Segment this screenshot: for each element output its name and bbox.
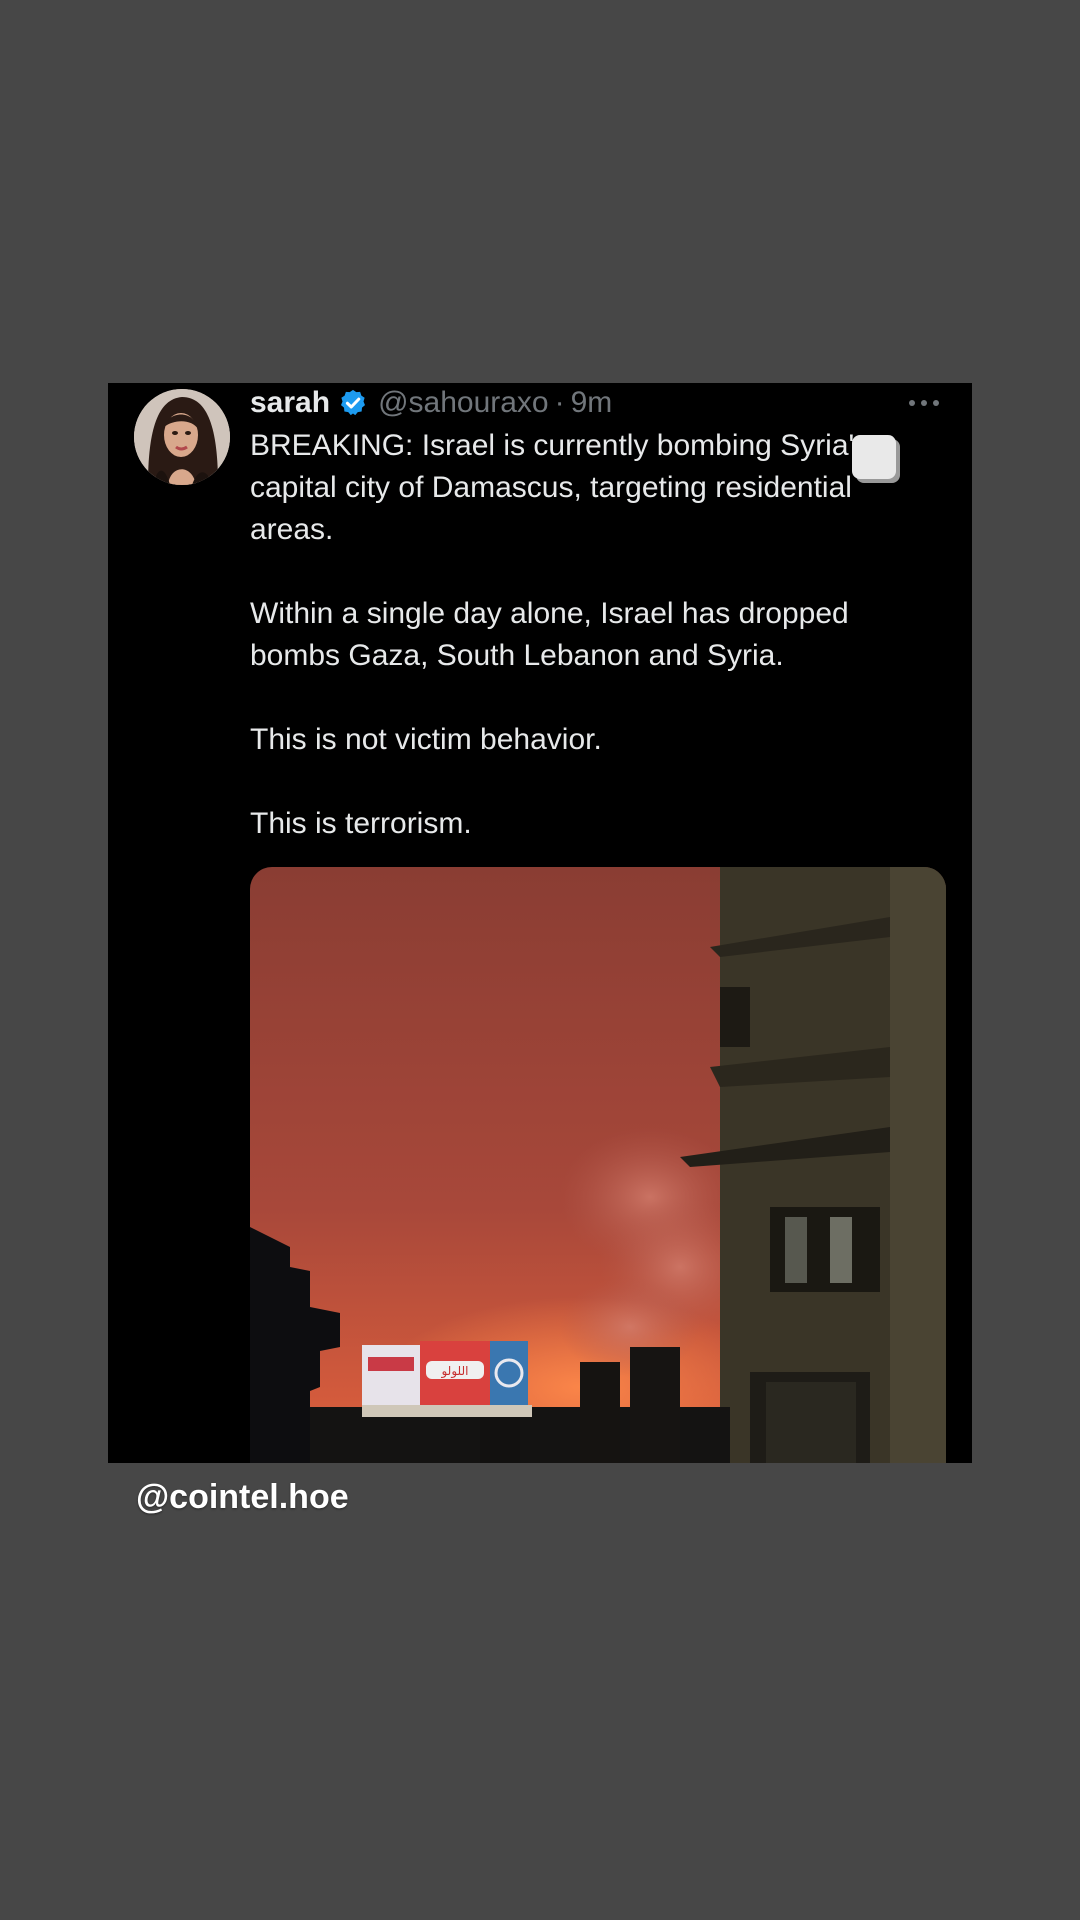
tweet-paragraph: BREAKING: Israel is currently bombing Sy… [250, 429, 870, 546]
tweet-header: sarah @sahouraxo · 9m [250, 383, 612, 423]
story-watermark: @cointel.hoe [136, 1478, 349, 1516]
separator-dot: · [554, 386, 565, 419]
tweet-card[interactable]: sarah @sahouraxo · 9m BREAKING: Israel i… [108, 383, 972, 1463]
tweet-paragraph: This is terrorism. [250, 807, 472, 840]
billboard-text: اللولو [440, 1364, 468, 1379]
tweet-paragraph: Within a single day alone, Israel has dr… [250, 597, 849, 672]
handle[interactable]: @sahouraxo [378, 386, 549, 420]
tweet-text: BREAKING: Israel is currently bombing Sy… [250, 425, 940, 845]
timestamp[interactable]: 9m [571, 386, 613, 420]
more-options-icon[interactable] [906, 393, 942, 413]
display-name[interactable]: sarah [250, 386, 330, 420]
tweet-media-image[interactable]: اللولو [250, 867, 946, 1463]
verified-badge-icon [338, 388, 368, 418]
avatar[interactable] [134, 389, 230, 485]
tweet-paragraph: This is not victim behavior. [250, 723, 602, 756]
sticker-overlay [852, 435, 896, 479]
